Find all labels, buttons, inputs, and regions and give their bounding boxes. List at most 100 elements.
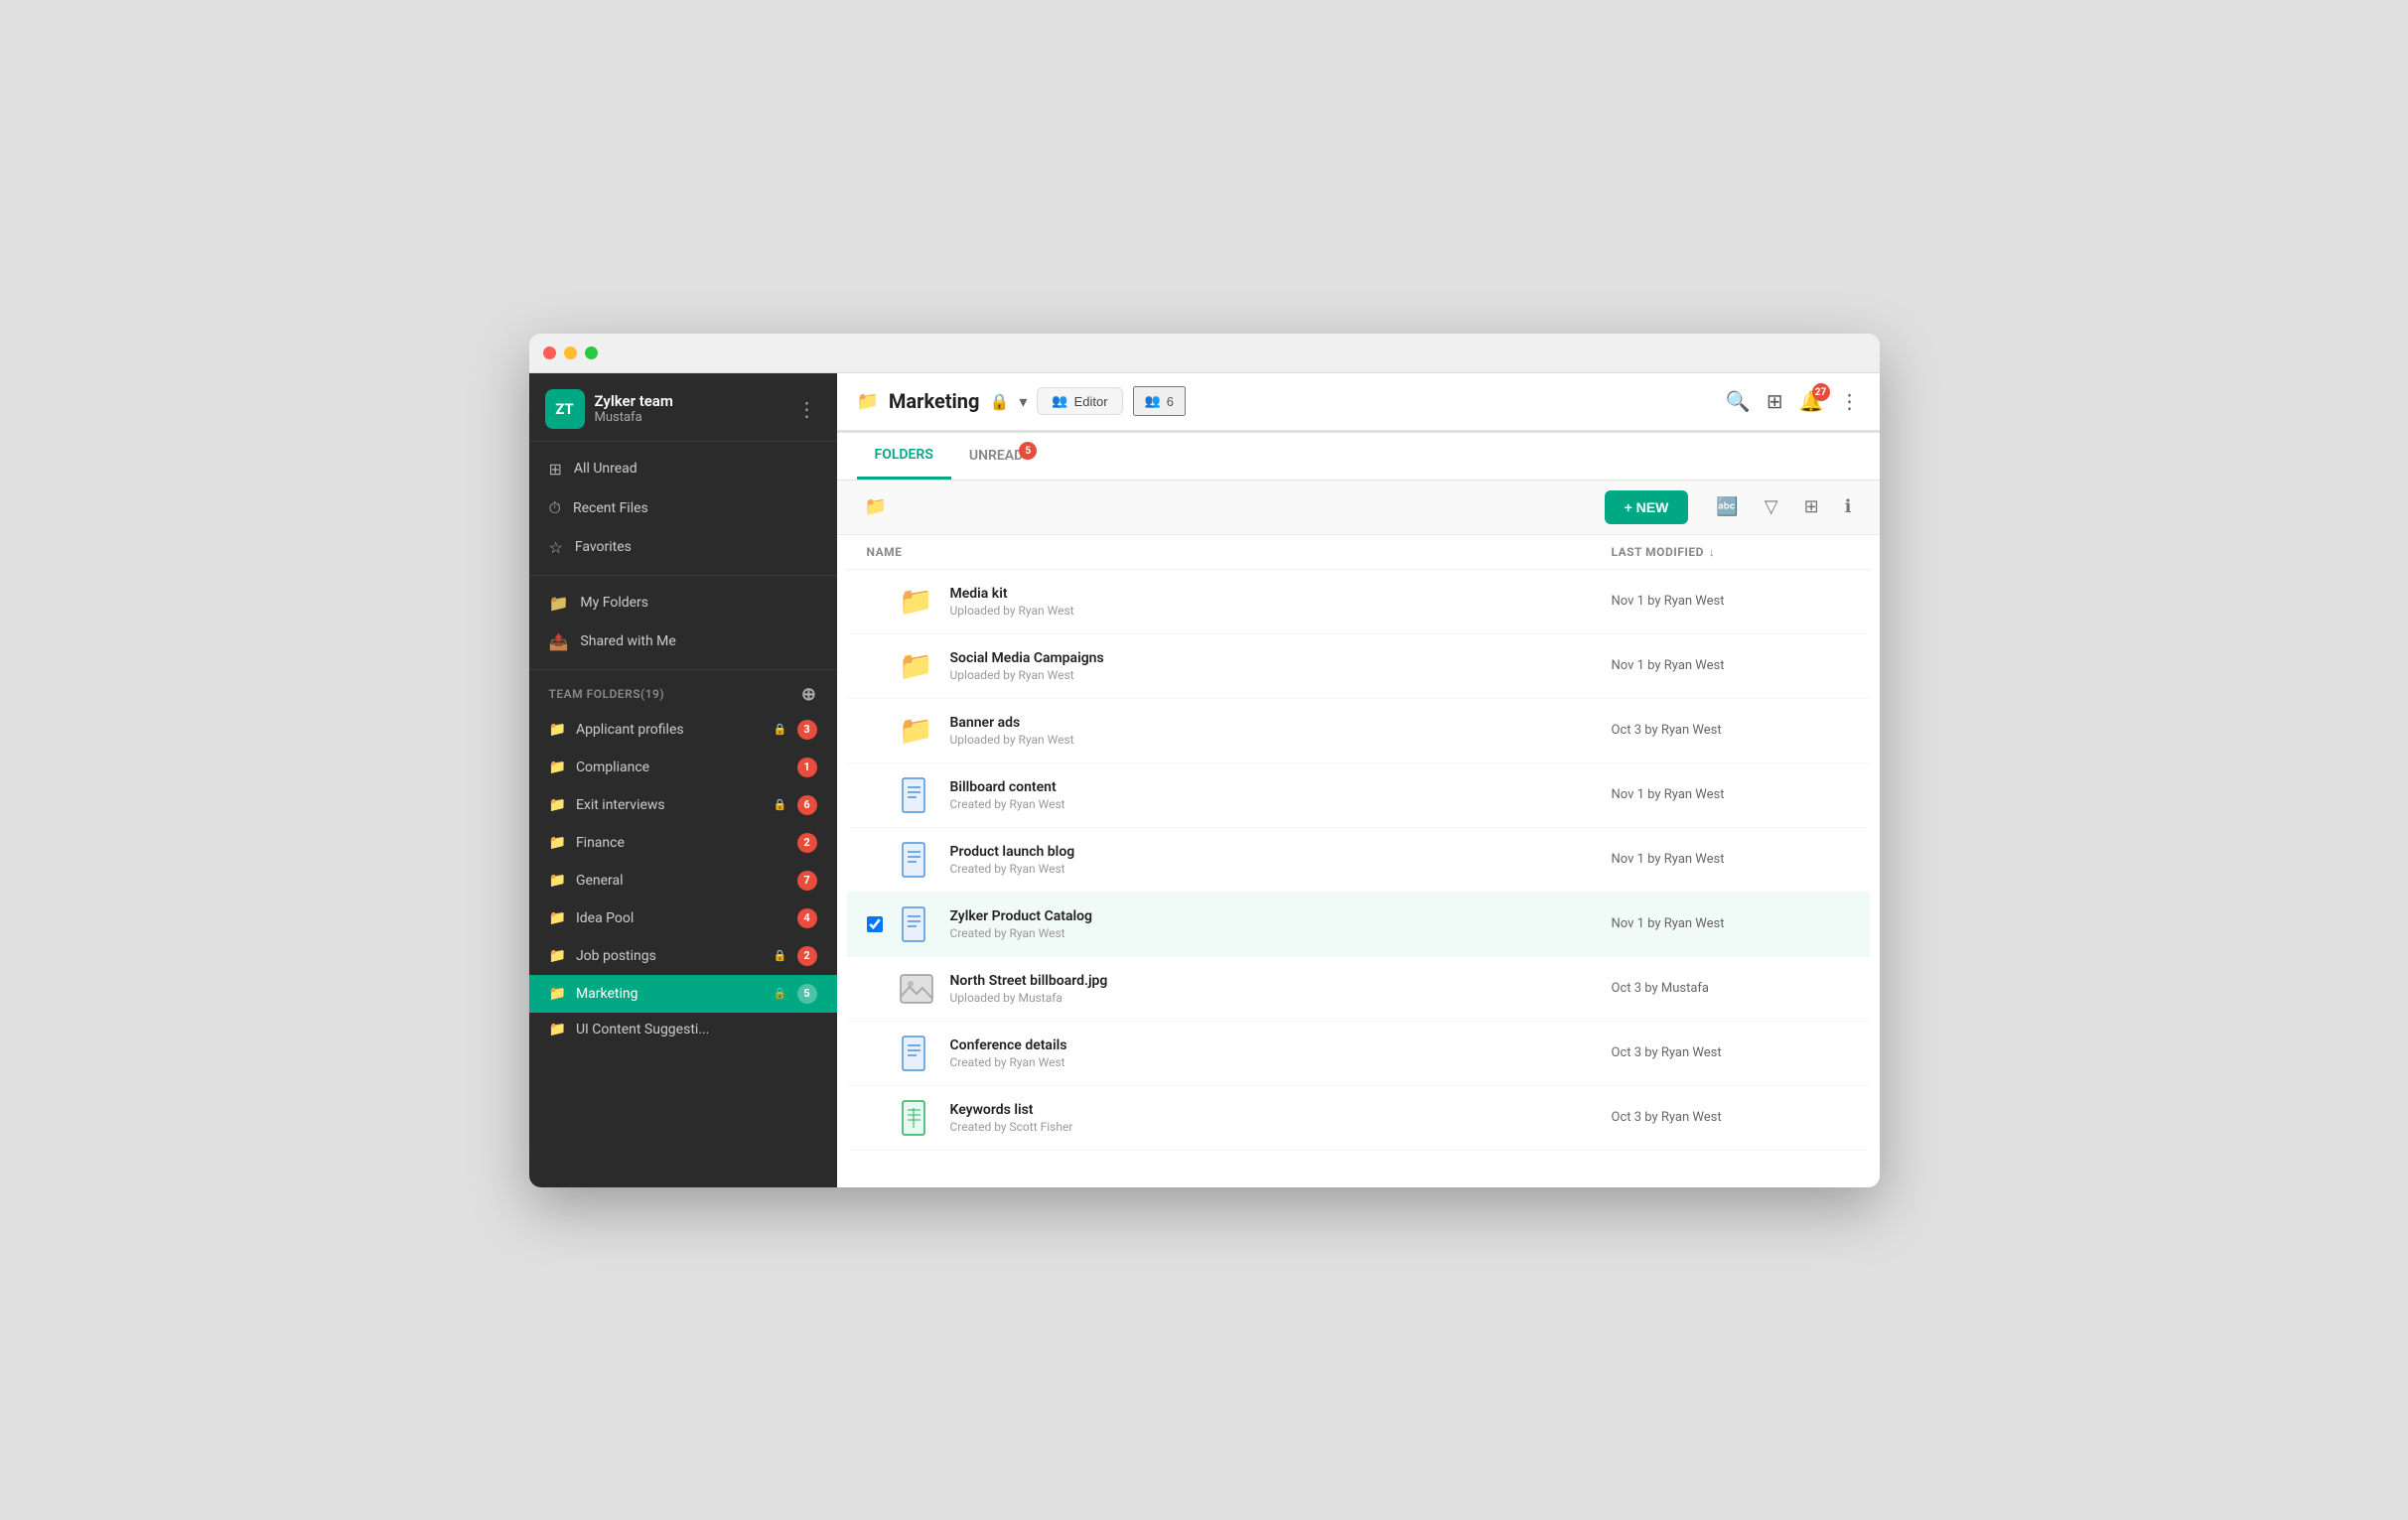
unread-badge: 3 — [797, 720, 817, 740]
file-modified: Nov 1 by Ryan West — [1612, 787, 1850, 802]
file-info: Keywords list Created by Scott Fisher — [950, 1102, 1598, 1134]
file-row[interactable]: 📁 Social Media Campaigns Uploaded by Rya… — [847, 634, 1870, 699]
role-label: Editor — [1074, 394, 1108, 409]
toolbar: 📁 + NEW 🔤 ▽ ⊞ ℹ — [837, 481, 1880, 535]
file-name: Media kit — [950, 586, 1598, 602]
team-avatar: ZT — [545, 389, 585, 429]
members-count: 6 — [1167, 394, 1174, 409]
sidebar-item-favorites[interactable]: ☆ Favorites — [529, 528, 837, 567]
row-checkbox[interactable] — [867, 916, 883, 932]
nav-label: My Folders — [580, 595, 648, 611]
file-info: Conference details Created by Ryan West — [950, 1037, 1598, 1069]
maximize-button[interactable] — [585, 346, 598, 359]
file-sub: Created by Ryan West — [950, 1055, 1598, 1069]
team-folders-section-header: TEAM FOLDERS(19) ⊕ — [529, 670, 837, 711]
lock-icon: 🔒 — [774, 723, 787, 736]
minimize-button[interactable] — [564, 346, 577, 359]
file-info: Product launch blog Created by Ryan West — [950, 844, 1598, 876]
sidebar-item-general[interactable]: 📁 General 7 — [529, 862, 837, 899]
document-icon — [901, 777, 932, 813]
unread-badge: 2 — [797, 946, 817, 966]
sort-az-button[interactable]: 🔤 — [1708, 492, 1746, 521]
sidebar-item-shared-with-me[interactable]: 📤 Shared with Me — [529, 622, 837, 661]
nav-label: Favorites — [575, 539, 632, 555]
column-name: NAME — [867, 545, 1612, 559]
file-name: Social Media Campaigns — [950, 650, 1598, 666]
file-modified: Oct 3 by Ryan West — [1612, 1110, 1850, 1125]
sidebar-item-ui-content[interactable]: 📁 UI Content Suggesti... — [529, 1013, 837, 1046]
info-button[interactable]: ℹ — [1837, 492, 1860, 521]
titlebar — [529, 334, 1880, 373]
file-row[interactable]: 📁 Banner ads Uploaded by Ryan West Oct 3… — [847, 699, 1870, 763]
tab-label: UNREAD — [969, 448, 1023, 464]
role-editor-button[interactable]: 👥 Editor — [1037, 387, 1122, 415]
apps-button[interactable]: ⊞ — [1767, 389, 1783, 413]
file-row[interactable]: Zylker Product Catalog Created by Ryan W… — [847, 893, 1870, 957]
sidebar-item-applicant-profiles[interactable]: 📁 Applicant profiles 🔒 3 — [529, 711, 837, 749]
file-icon-image — [897, 969, 936, 1009]
sidebar-header: ZT Zylker team Mustafa ⋮ — [529, 373, 837, 442]
top-bar-right: 🔍 ⊞ 🔔 27 ⋮ — [1726, 389, 1860, 413]
sidebar-item-compliance[interactable]: 📁 Compliance 1 — [529, 749, 837, 786]
tab-unread[interactable]: UNREAD 5 — [951, 434, 1041, 478]
add-team-folder-button[interactable]: ⊕ — [801, 684, 817, 705]
team-info: Zylker team Mustafa — [595, 392, 793, 425]
sidebar-item-job-postings[interactable]: 📁 Job postings 🔒 2 — [529, 937, 837, 975]
sidebar-item-all-unread[interactable]: ⊞ All Unread — [529, 450, 837, 488]
star-icon: ☆ — [549, 538, 563, 557]
app-window: ZT Zylker team Mustafa ⋮ ⊞ All Unread ⏱ … — [529, 334, 1880, 1187]
file-sub: Created by Ryan West — [950, 926, 1598, 940]
unread-badge: 4 — [797, 908, 817, 928]
sidebar-item-marketing[interactable]: 📁 Marketing 🔒 5 — [529, 975, 837, 1013]
new-button[interactable]: + NEW — [1605, 490, 1689, 524]
file-sub: Uploaded by Ryan West — [950, 668, 1598, 682]
file-icon-doc — [897, 840, 936, 880]
folder-label: Job postings — [576, 948, 760, 964]
file-row[interactable]: Product launch blog Created by Ryan West… — [847, 828, 1870, 893]
filter-button[interactable]: ▽ — [1757, 492, 1786, 521]
folder-label: Compliance — [576, 760, 787, 775]
sidebar-item-finance[interactable]: 📁 Finance 2 — [529, 824, 837, 862]
clock-icon: ⏱ — [549, 498, 561, 518]
file-row[interactable]: Keywords list Created by Scott Fisher Oc… — [847, 1086, 1870, 1151]
folder-breadcrumb-icon: 📁 — [857, 492, 895, 521]
members-icon: 👥 — [1052, 393, 1067, 409]
app-body: ZT Zylker team Mustafa ⋮ ⊞ All Unread ⏱ … — [529, 373, 1880, 1187]
file-row[interactable]: Conference details Created by Ryan West … — [847, 1022, 1870, 1086]
notification-badge: 27 — [1812, 383, 1830, 401]
notifications-button[interactable]: 🔔 27 — [1799, 389, 1824, 413]
file-list: NAME LAST MODIFIED ↓ 📁 Media kit Uploade… — [837, 535, 1880, 1187]
file-info: Zylker Product Catalog Created by Ryan W… — [950, 908, 1598, 940]
view-options-button[interactable]: ⊞ — [1796, 492, 1827, 521]
folder-icon: 📁 — [899, 714, 933, 747]
sidebar: ZT Zylker team Mustafa ⋮ ⊞ All Unread ⏱ … — [529, 373, 837, 1187]
members-count-button[interactable]: 👥 6 — [1133, 386, 1186, 416]
tab-folders[interactable]: FOLDERS — [857, 433, 951, 480]
sidebar-item-my-folders[interactable]: 📁 My Folders — [529, 584, 837, 622]
file-row[interactable]: North Street billboard.jpg Uploaded by M… — [847, 957, 1870, 1022]
team-name: Zylker team — [595, 392, 793, 410]
file-icon-sheet — [897, 1098, 936, 1138]
file-sub: Uploaded by Ryan West — [950, 604, 1598, 618]
nav-label: Shared with Me — [580, 633, 675, 649]
file-modified: Oct 3 by Ryan West — [1612, 723, 1850, 738]
tabs-bar: FOLDERS UNREAD 5 — [837, 433, 1880, 481]
search-button[interactable]: 🔍 — [1726, 389, 1751, 413]
sidebar-menu-button[interactable]: ⋮ — [793, 393, 821, 425]
lock-icon: 🔒 — [774, 987, 787, 1000]
top-bar-left: 📁 Marketing 🔒 ▾ 👥 Editor 👥 6 — [857, 386, 1726, 416]
traffic-lights — [543, 346, 598, 359]
sidebar-item-exit-interviews[interactable]: 📁 Exit interviews 🔒 6 — [529, 786, 837, 824]
lock-badge: 🔒 — [989, 392, 1009, 411]
file-row[interactable]: Billboard content Created by Ryan West N… — [847, 763, 1870, 828]
chevron-down-icon[interactable]: ▾ — [1019, 392, 1027, 411]
more-options-button[interactable]: ⋮ — [1840, 389, 1860, 413]
close-button[interactable] — [543, 346, 556, 359]
file-row[interactable]: 📁 Media kit Uploaded by Ryan West Nov 1 … — [847, 570, 1870, 634]
file-icon-folder: 📁 — [897, 646, 936, 686]
folder-icon: 📁 — [899, 585, 933, 618]
sidebar-item-idea-pool[interactable]: 📁 Idea Pool 4 — [529, 899, 837, 937]
sidebar-item-recent-files[interactable]: ⏱ Recent Files — [529, 488, 837, 528]
folder-shared-icon: 📁 — [549, 722, 566, 738]
file-modified: Nov 1 by Ryan West — [1612, 658, 1850, 673]
